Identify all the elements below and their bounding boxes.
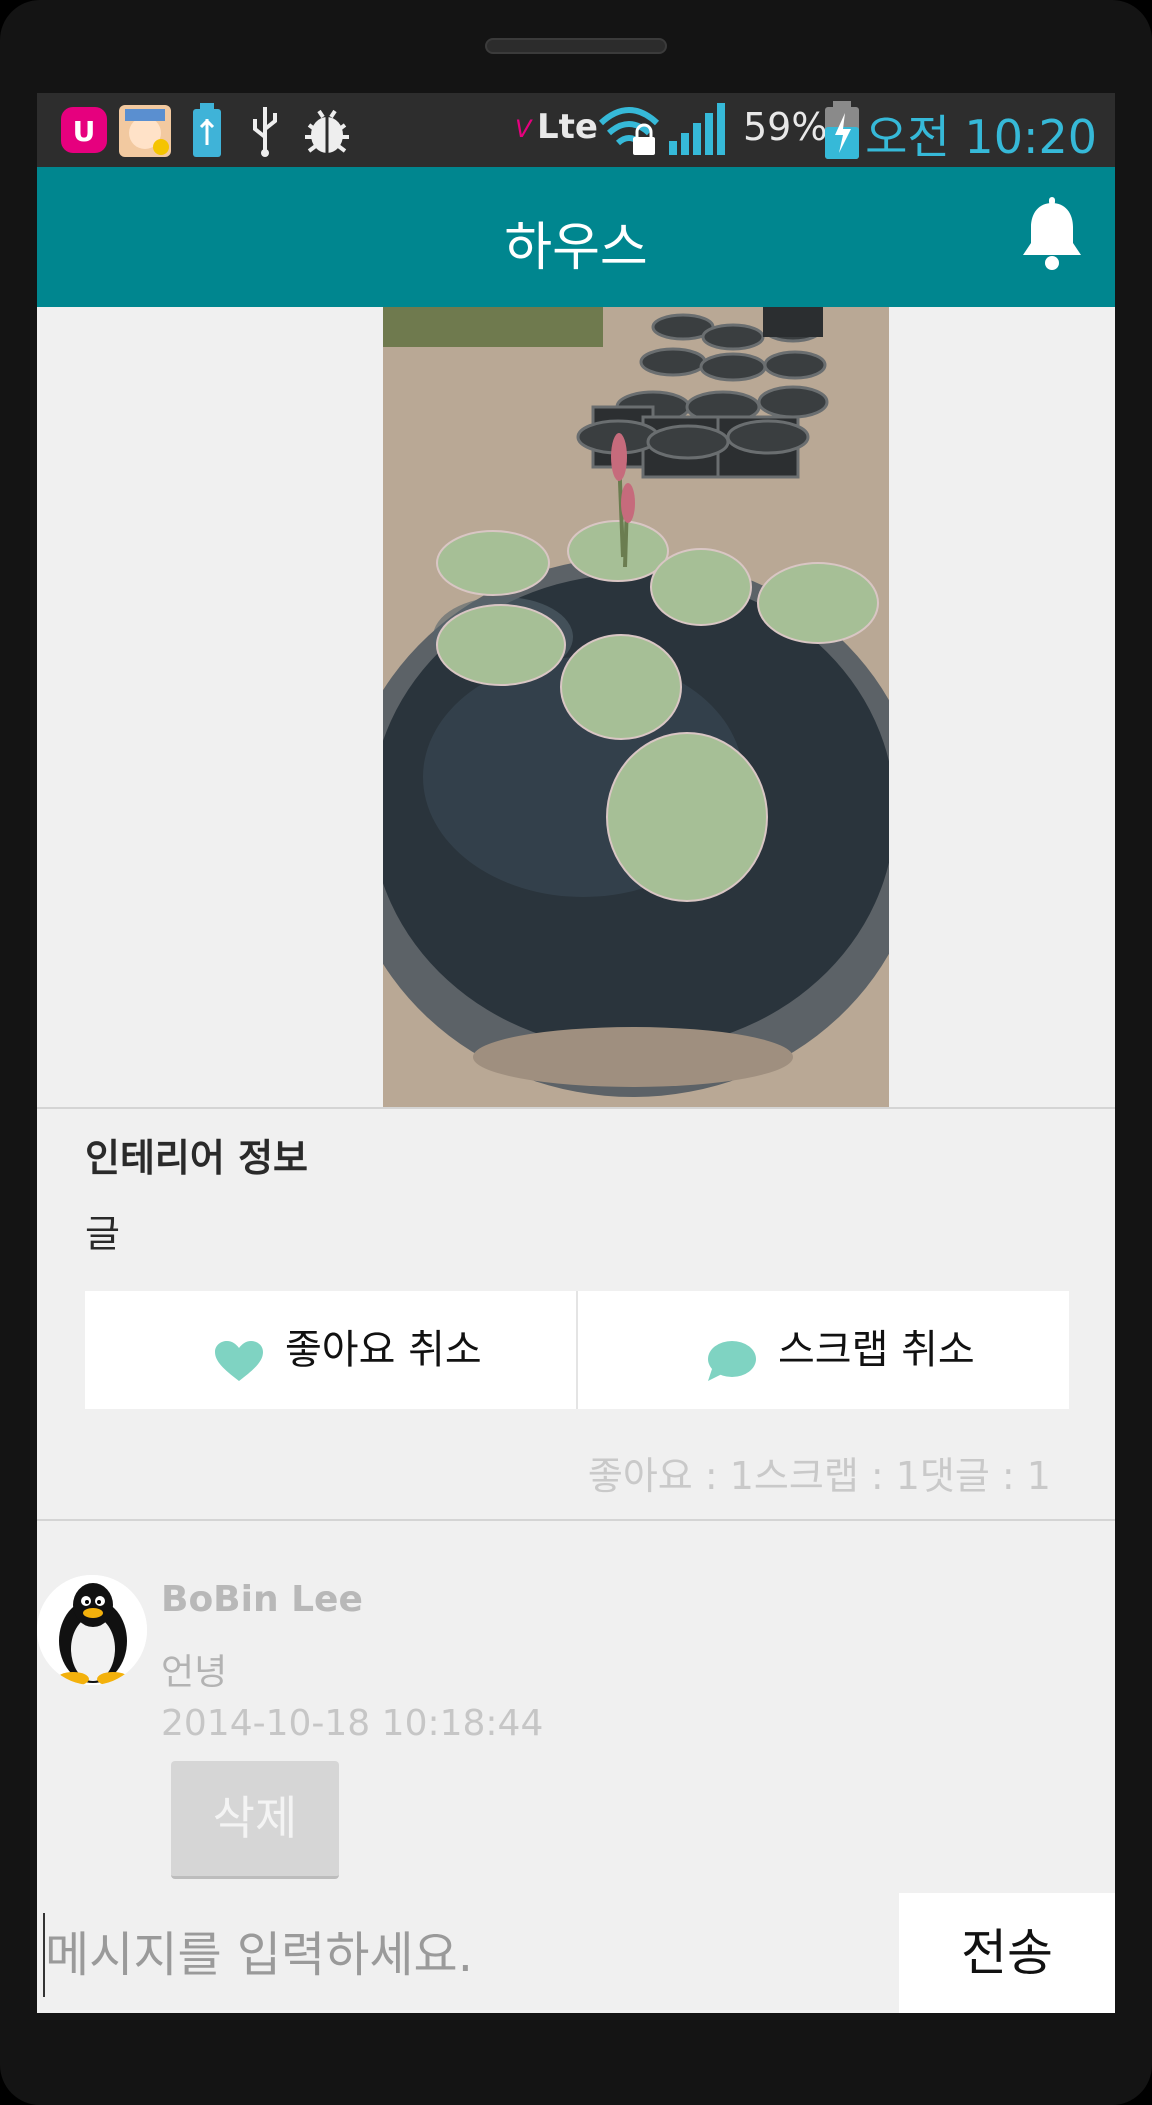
speech-bubble-icon [708, 1341, 756, 1381]
signal-strength-icon [669, 103, 725, 155]
unlike-button-label: 좋아요 취소 [285, 1327, 482, 1373]
post-body: 글 [85, 1212, 120, 1256]
post-content: 인테리어 정보 글 좋아요 취소 스크랩 취소 좋아요 : 1스크랩 : 1댓글… [37, 307, 1115, 1997]
svg-text:U: U [73, 115, 96, 148]
battery-charging-icon [825, 101, 859, 159]
unscrap-button-label: 스크랩 취소 [778, 1327, 975, 1373]
comments-divider [37, 1519, 1115, 1521]
avatar [37, 1575, 147, 1685]
svg-text:V: V [515, 115, 533, 143]
image-divider [37, 1107, 1115, 1109]
comment-text: 언녕 [161, 1652, 228, 1693]
debug-bug-icon [305, 109, 349, 153]
post-stats: 좋아요 : 1스크랩 : 1댓글 : 1 [587, 1454, 1051, 1498]
comment-author: BoBin Lee [161, 1579, 363, 1620]
battery-saver-icon [193, 103, 221, 157]
delete-comment-button[interactable]: 삭제 [171, 1761, 339, 1879]
usb-icon [253, 107, 277, 157]
status-clock: 오전 10:20 [865, 110, 1097, 164]
comment-timestamp: 2014-10-18 10:18:44 [161, 1703, 544, 1744]
action-bar: 하우스 [37, 167, 1115, 307]
battery-percent: 59% [743, 105, 828, 149]
app-screen: U V Lte 59% 오전 10:20 하우스 인테리어 정보 글 좋아요 취… [37, 93, 1115, 2013]
uplus-app-icon: U [61, 107, 107, 153]
unlike-button[interactable]: 좋아요 취소 [85, 1291, 578, 1409]
post-title: 인테리어 정보 [85, 1136, 308, 1180]
message-input[interactable] [43, 1913, 905, 1997]
heart-icon [215, 1341, 263, 1381]
send-button[interactable]: 전송 [899, 1893, 1115, 2013]
post-photo[interactable] [383, 307, 889, 1107]
phone-speaker [485, 38, 667, 54]
page-title: 하우스 [504, 218, 648, 278]
water-lily-pot-photo [383, 307, 889, 1107]
comment-item: BoBin Lee 언녕 2014-10-18 10:18:44 삭제 [37, 1569, 1115, 1879]
character-app-icon [119, 105, 171, 157]
status-bar: U V Lte 59% 오전 10:20 [37, 93, 1115, 167]
post-action-row: 좋아요 취소 스크랩 취소 [85, 1291, 1069, 1409]
unscrap-button[interactable]: 스크랩 취소 [578, 1291, 1069, 1409]
bell-icon[interactable] [1019, 197, 1085, 273]
penguin-avatar-icon [37, 1575, 147, 1685]
message-composer: 전송 [37, 1893, 1115, 2013]
network-type-label: Lte [537, 107, 598, 147]
wifi-locked-icon [598, 107, 660, 155]
